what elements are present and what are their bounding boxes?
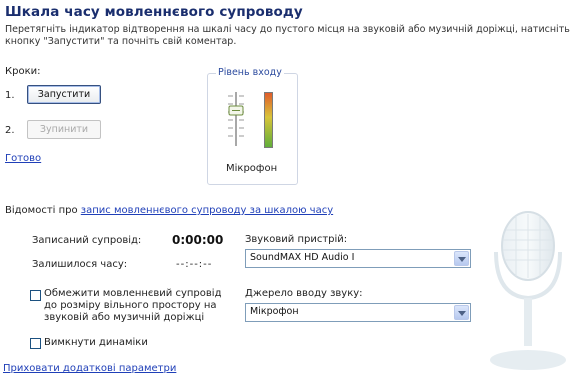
hide-advanced-link[interactable]: Приховати додаткові параметри bbox=[3, 363, 176, 374]
page-title: Шкала часу мовленнєвого супроводу bbox=[5, 4, 303, 20]
level-slider[interactable] bbox=[222, 88, 262, 150]
device-select-value: SoundMAX HD Audio I bbox=[250, 252, 355, 263]
level-meter bbox=[264, 92, 273, 148]
limit-label[interactable]: Обмежити мовленнєвий супровід до розміру… bbox=[44, 288, 234, 324]
remaining-label: Залишилося часу: bbox=[32, 259, 128, 270]
info-line: Відомості про запис мовленнєвого супрово… bbox=[5, 205, 333, 216]
input-level-legend: Рівень входу bbox=[216, 67, 284, 78]
info-link[interactable]: запис мовленнєвого супроводу за шкалою ч… bbox=[81, 205, 333, 216]
remaining-value: --:--:-- bbox=[176, 259, 213, 270]
steps-label: Кроки: bbox=[5, 66, 41, 77]
recorded-label: Записаний супровід: bbox=[32, 235, 142, 246]
step2-number: 2. bbox=[5, 125, 15, 136]
device-label: Звуковий пристрій: bbox=[245, 234, 348, 245]
info-prefix: Відомості про bbox=[5, 205, 81, 216]
source-select[interactable]: Мікрофон bbox=[245, 303, 471, 322]
microphone-graphic bbox=[466, 200, 583, 375]
recorded-value: 0:00:00 bbox=[172, 233, 224, 247]
instructions-text: Перетягніть індикатор відтворення на шка… bbox=[5, 24, 570, 47]
mute-speakers-checkbox[interactable] bbox=[30, 338, 41, 349]
step1-number: 1. bbox=[5, 90, 15, 101]
level-meter-bar bbox=[264, 92, 273, 148]
device-select[interactable]: SoundMAX HD Audio I bbox=[245, 249, 471, 268]
limit-checkbox[interactable] bbox=[30, 290, 41, 301]
microphone-icon bbox=[490, 211, 566, 370]
mute-speakers-label[interactable]: Вимкнути динаміки bbox=[44, 337, 148, 348]
source-label: Джерело вводу звуку: bbox=[245, 288, 363, 299]
source-select-value: Мікрофон bbox=[250, 306, 299, 317]
microphone-label: Мікрофон bbox=[226, 163, 278, 174]
stop-button[interactable]: Зупинити bbox=[27, 120, 101, 139]
done-link[interactable]: Готово bbox=[5, 153, 41, 164]
start-button[interactable]: Запустити bbox=[27, 85, 101, 104]
level-slider-graphic bbox=[228, 92, 244, 146]
